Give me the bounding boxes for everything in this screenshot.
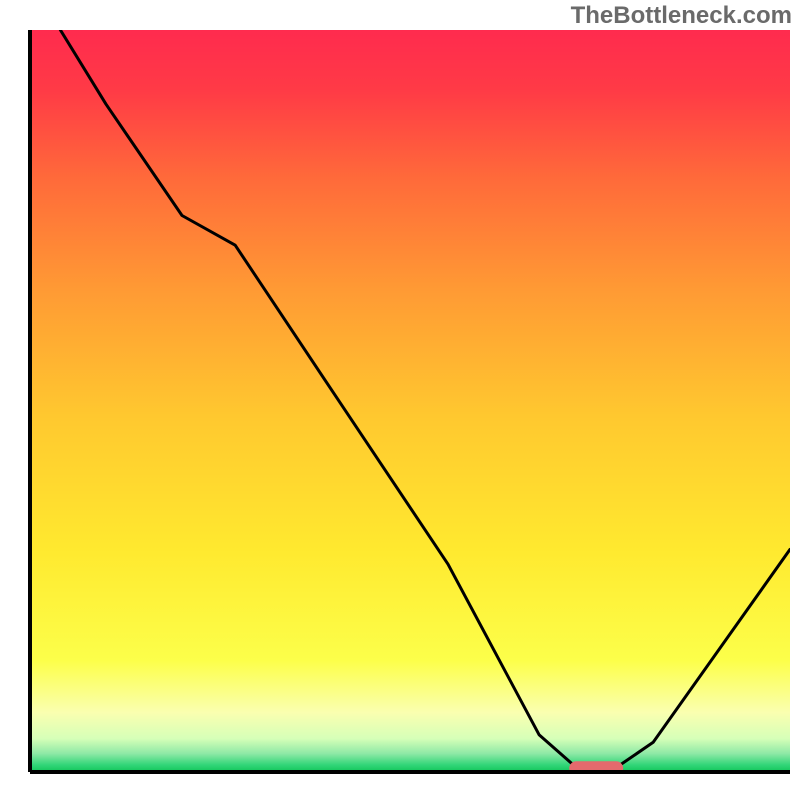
gradient-background <box>30 30 790 772</box>
bottleneck-chart <box>0 0 800 800</box>
chart-container: TheBottleneck.com <box>0 0 800 800</box>
